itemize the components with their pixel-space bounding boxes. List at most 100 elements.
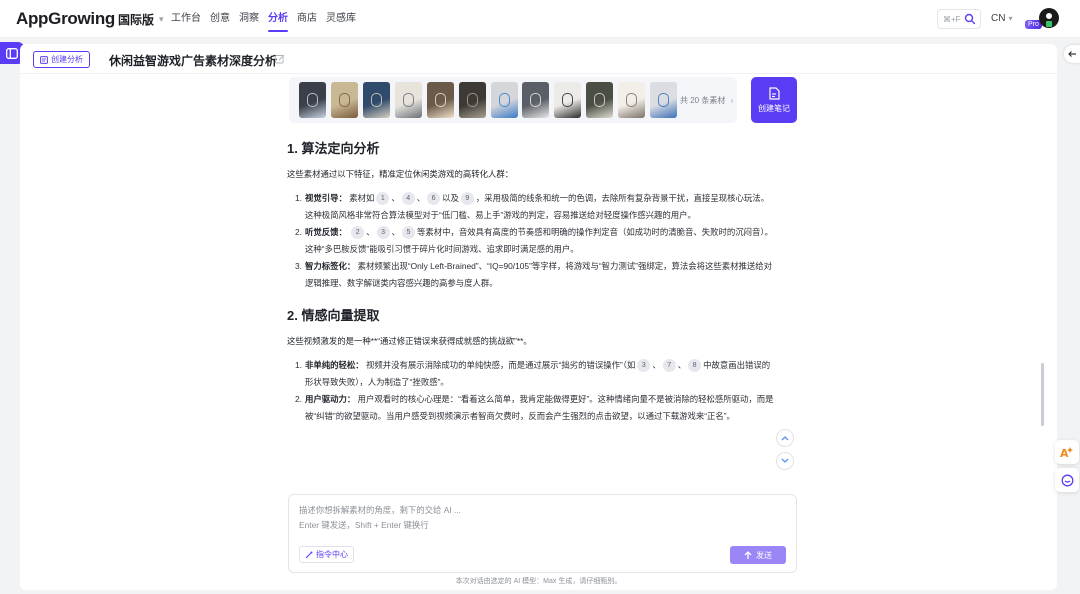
material-ref-badge[interactable]: 5: [401, 226, 415, 240]
item-label: 视觉引导：: [305, 193, 347, 203]
arrow-up-icon: [744, 550, 752, 559]
chat-input-box[interactable]: 描述你想拆解素材的角度，剩下的交给 AI ... Enter 键发送，Shift…: [288, 494, 797, 573]
material-ref-badge[interactable]: 3: [376, 226, 390, 240]
nav-item-creative[interactable]: 创意: [210, 0, 230, 38]
chat-hint: Enter 键发送，Shift + Enter 键换行: [299, 520, 429, 530]
material-thumbnail[interactable]: [395, 82, 422, 118]
chevron-down-icon: [781, 458, 789, 463]
list-number: 1.: [295, 360, 302, 370]
item-text: ，采用极简的线条和统一的色调，去除所有复杂背景干扰，直接呈现核心玩法。这种极简风…: [305, 193, 769, 220]
thumbnail-figure: [594, 93, 605, 107]
brand-name: AppGrowing: [16, 9, 115, 28]
material-ref-badge[interactable]: 4: [401, 192, 415, 206]
ai-translate-button[interactable]: A: [1055, 440, 1079, 464]
item-text: 、: [366, 227, 375, 237]
item-text: 视频并没有展示消除成功的单纯快感，而是通过展示“拙劣的错误操作”（如: [365, 360, 636, 370]
page-title: 休闲益智游戏广告素材深度分析: [109, 54, 278, 68]
thumbnail-figure: [626, 93, 637, 107]
send-button[interactable]: 发送: [730, 546, 786, 564]
item-text: 、: [391, 227, 400, 237]
note-icon: [769, 86, 780, 100]
scroll-down-button[interactable]: [776, 452, 794, 470]
material-thumbnail[interactable]: [522, 82, 549, 118]
total-count: 共 20 条素材: [680, 96, 726, 105]
material-ref-badge[interactable]: 3: [637, 359, 651, 373]
material-ref-badge[interactable]: 2: [351, 226, 365, 240]
ai-text-icon: A: [1060, 446, 1073, 459]
scrollbar-thumb[interactable]: [1041, 363, 1044, 426]
material-thumbnail[interactable]: [331, 82, 358, 118]
section-intro: 这些视频激发的是一种**“通过修正错误来获得成就感的挑战欲”**。: [287, 336, 532, 346]
nav-item-workbench[interactable]: 工作台: [171, 0, 201, 38]
language-label: CN: [991, 13, 1006, 24]
customer-service-button[interactable]: [1055, 468, 1079, 492]
top-navigation-bar: AppGrowing 国际版 ▾ 工作台 创意 洞察 分析 商店 灵感库 ⌘+F…: [0, 0, 1080, 38]
brand-logo[interactable]: AppGrowing 国际版 ▾: [16, 9, 164, 29]
material-ref-badge[interactable]: 6: [427, 192, 441, 206]
list-number: 2.: [295, 227, 302, 237]
list-item: 1. 非单纯的轻松： 视频并没有展示消除成功的单纯快感，而是通过展示“拙劣的错误…: [287, 357, 777, 390]
scroll-up-button[interactable]: [776, 429, 794, 447]
section-heading: 2. 情感向量提取: [287, 308, 380, 323]
ordered-list: 1. 非单纯的轻松： 视频并没有展示消除成功的单纯快感，而是通过展示“拙劣的错误…: [287, 357, 777, 424]
item-label: 非单纯的轻松：: [305, 360, 364, 370]
material-thumbnail[interactable]: [491, 82, 518, 118]
search-icon: [964, 13, 976, 25]
thumbnail-figure: [403, 93, 414, 107]
item-text: 、: [677, 360, 687, 370]
search-shortcut: ⌘+F: [943, 14, 961, 24]
thumbnail-figure: [435, 93, 446, 107]
chat-placeholder: 描述你想拆解素材的角度，剩下的交给 AI ...: [299, 505, 461, 515]
create-analysis-label: 创建分析: [51, 55, 83, 64]
global-search-button[interactable]: ⌘+F: [937, 9, 981, 29]
list-item: 1. 视觉引导： 素材如 1、 4、 6 以及 9 ，采用极简的线条和统一的色调，去除所有复…: [287, 190, 777, 223]
section-intro: 这些素材通过以下特征，精准定位休闲类游戏的高转化人群：: [287, 169, 514, 179]
create-analysis-button[interactable]: 创建分析: [33, 51, 90, 68]
material-thumbnail[interactable]: [459, 82, 486, 118]
language-switcher[interactable]: CN ▾: [991, 13, 1012, 24]
collapse-arrow-icon: [1067, 51, 1076, 57]
material-thumbnail[interactable]: [618, 82, 645, 118]
material-thumbnail[interactable]: [299, 82, 326, 118]
edit-icon[interactable]: [275, 54, 285, 64]
brand-region: 国际版: [117, 12, 154, 27]
material-ref-badge[interactable]: 8: [688, 359, 702, 373]
item-text: 、: [391, 193, 400, 203]
material-ref-badge[interactable]: 1: [376, 192, 390, 206]
command-center-label: 指令中心: [316, 550, 348, 559]
create-note-label: 创建笔记: [758, 103, 790, 113]
chevron-down-icon: ▾: [1008, 14, 1013, 23]
material-thumbnail[interactable]: [650, 82, 677, 118]
thumbnail-figure: [658, 93, 669, 107]
thumbnail-figure: [562, 93, 573, 107]
item-text: 素材频繁出现“Only Left-Brained”、“IQ=90/105”等字样…: [305, 261, 772, 288]
item-text: 、: [416, 193, 426, 203]
material-ref-badge[interactable]: 7: [662, 359, 676, 373]
material-thumbnail[interactable]: [586, 82, 613, 118]
status-dot: [1046, 21, 1052, 27]
sidebar-panel-icon: [6, 47, 18, 59]
item-text: 用户观看时的核心心理是：“看着这么简单，我肯定能做得更好”。这种情绪向量不是被消…: [305, 394, 774, 421]
thumbnail-figure: [307, 93, 318, 107]
material-thumbnail[interactable]: [427, 82, 454, 118]
chevron-up-icon: [781, 436, 789, 441]
create-note-button[interactable]: 创建笔记: [751, 77, 797, 123]
material-thumbnail[interactable]: [554, 82, 581, 118]
ai-disclaimer: 本次对话由选定的 AI 模型：Max 生成，请仔细甄别。: [455, 578, 622, 585]
main-nav: 工作台 创意 洞察 分析 商店 灵感库: [171, 0, 356, 38]
right-panel-toggle[interactable]: [1064, 45, 1080, 63]
item-text: 以及: [442, 193, 459, 203]
magic-wand-icon: [305, 551, 313, 558]
material-ref-badge[interactable]: 9: [460, 192, 474, 206]
nav-item-store[interactable]: 商店: [297, 0, 317, 38]
view-all-materials-link[interactable]: 共 20 条素材 ›: [680, 95, 733, 106]
nav-item-analysis[interactable]: 分析: [268, 0, 288, 38]
material-thumbnail[interactable]: [363, 82, 390, 118]
nav-item-inspiration[interactable]: 灵感库: [326, 0, 356, 38]
command-center-button[interactable]: 指令中心: [299, 546, 354, 563]
thumbnail-figure: [467, 93, 478, 107]
analysis-panel: 创建分析 休闲益智游戏广告素材深度分析 共 20 条素材 › 创建笔记 1. 算…: [20, 44, 1057, 590]
thumbnail-figure: [530, 93, 541, 107]
chevron-down-icon: ▾: [159, 13, 164, 24]
nav-item-insight[interactable]: 洞察: [239, 0, 259, 38]
